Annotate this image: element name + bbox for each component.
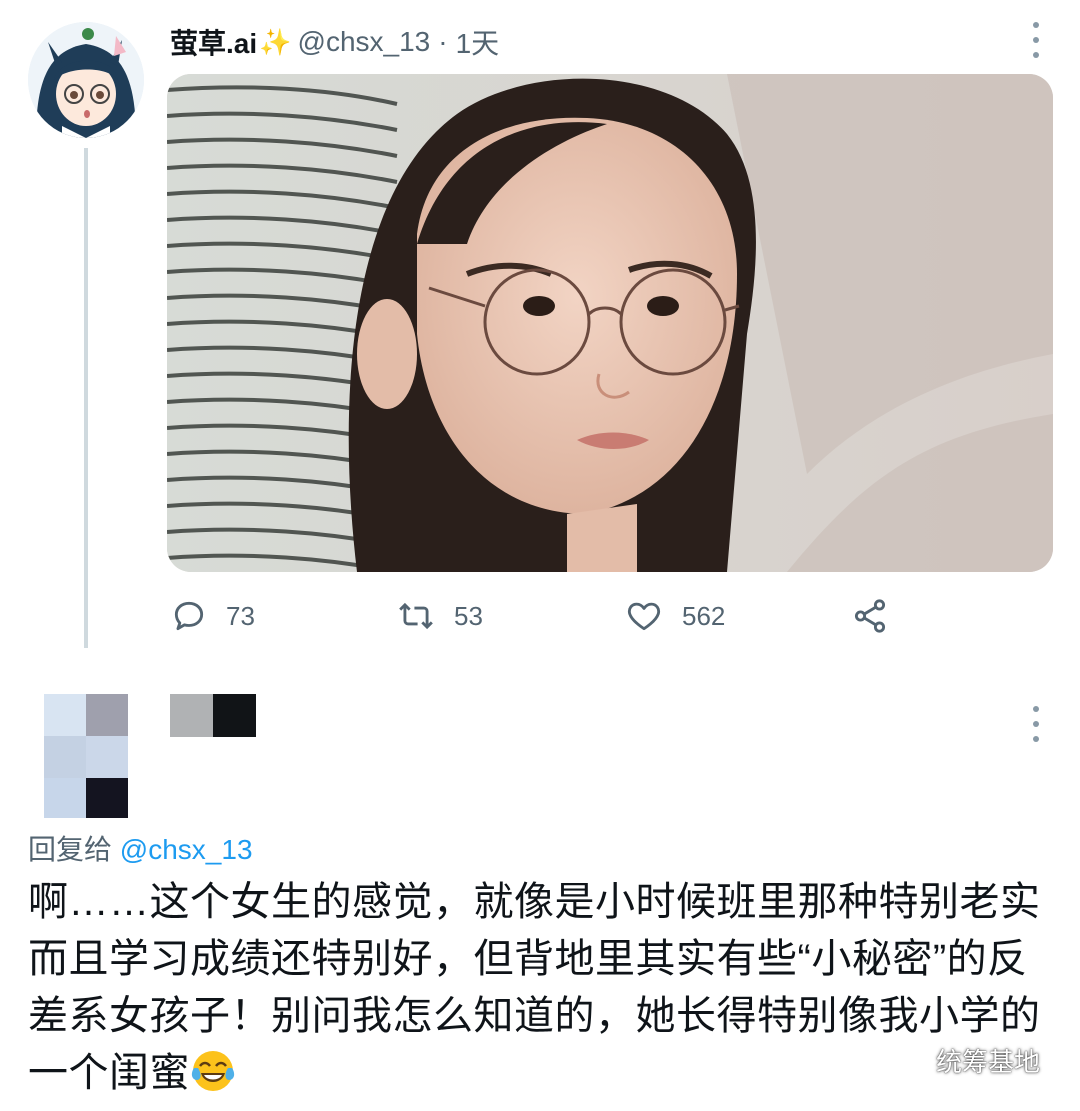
heart-icon	[627, 602, 661, 631]
like-count: 562	[682, 600, 726, 631]
tweet-time[interactable]: 1天	[456, 22, 500, 62]
reply-avatar-pixelated[interactable]	[44, 694, 128, 818]
author-name[interactable]: 萤草.ai	[170, 22, 257, 62]
sparkle-emoji-icon: ✨	[259, 26, 292, 57]
reply-text: 啊……这个女生的感觉，就像是小时候班里那种特别老实而且学习成绩还特别好，但背地里…	[28, 880, 1041, 1095]
reply-more-menu-icon[interactable]	[1032, 706, 1040, 742]
retweet-action[interactable]: 53	[396, 594, 483, 638]
watermark: 统筹基地	[890, 1040, 1040, 1080]
separator-dot: ·	[438, 26, 448, 57]
tweet-header: 萤草.ai ✨ @chsx_13 · 1天	[170, 20, 499, 64]
reply-count: 73	[226, 600, 255, 631]
thread-line	[84, 148, 88, 648]
author-handle[interactable]: @chsx_13	[298, 26, 431, 58]
portrait-photo-image	[167, 74, 1053, 572]
like-action[interactable]: 562	[624, 594, 725, 638]
share-icon	[854, 599, 886, 633]
wechat-logo-icon	[890, 1045, 928, 1075]
tweet-actions: 73 53 562	[170, 594, 910, 638]
reply-author-name-pixelated[interactable]	[170, 694, 256, 737]
replying-to-mention[interactable]: @chsx_13	[120, 834, 253, 865]
watermark-text: 统筹基地	[936, 1046, 1041, 1077]
replying-to-line: 回复给 @chsx_13	[28, 828, 253, 868]
retweet-icon	[399, 602, 433, 630]
reply-action[interactable]: 73	[170, 594, 255, 638]
tweet-photo[interactable]	[167, 74, 1053, 572]
share-action[interactable]	[850, 594, 890, 638]
replying-to-label: 回复给	[28, 834, 113, 865]
tweet-more-menu-icon[interactable]	[1032, 22, 1040, 58]
tears-of-joy-emoji-icon	[191, 1051, 235, 1091]
retweet-count: 53	[454, 600, 483, 631]
anime-avatar-icon	[28, 22, 144, 138]
reply-bubble-icon	[174, 601, 204, 631]
author-avatar[interactable]	[28, 22, 144, 138]
